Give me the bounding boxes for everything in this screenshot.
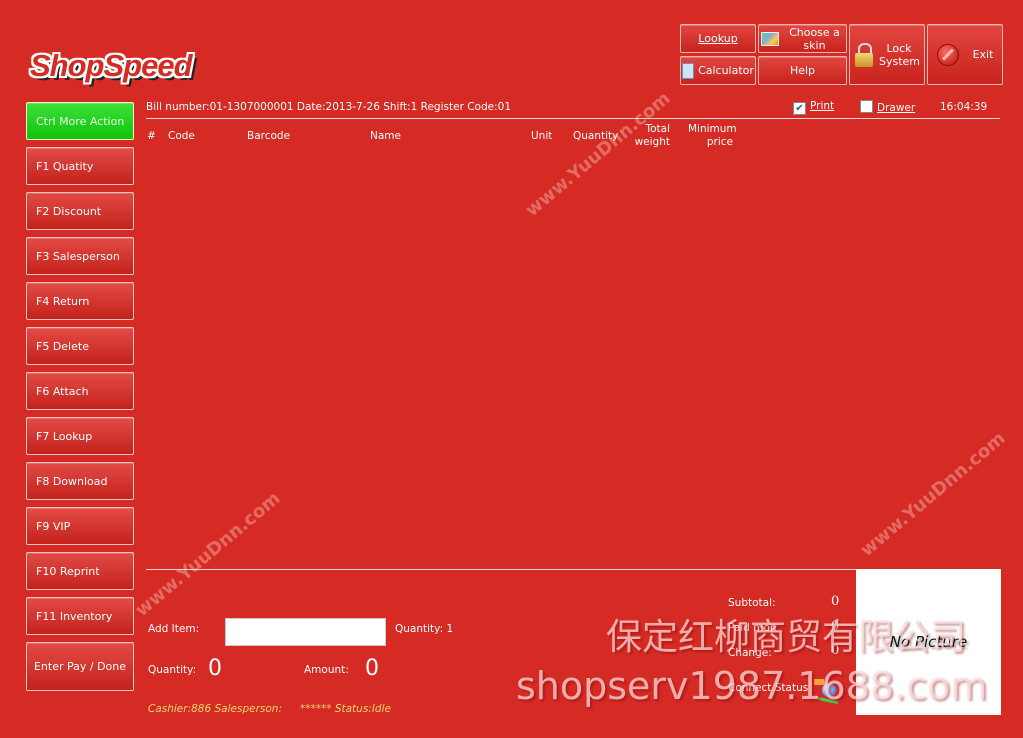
exit-button[interactable]: Exit bbox=[927, 24, 1003, 85]
watermark-url: shopserv1987.1688.com bbox=[516, 664, 988, 708]
calculator-icon bbox=[682, 62, 695, 79]
col-header-code: Code bbox=[168, 130, 195, 142]
drawer-check-box bbox=[860, 100, 873, 113]
sidebar-item-label: Enter Pay / Done bbox=[33, 660, 127, 673]
sidebar-item-label: F4 Return bbox=[36, 294, 90, 308]
choose-skin-button[interactable]: Choose a skin bbox=[758, 24, 847, 53]
sidebar-item-label: F10 Reprint bbox=[36, 564, 100, 578]
skin-palette-icon bbox=[760, 31, 779, 46]
bill-info: Bill number:01-1307000001 Date:2013-7-26… bbox=[146, 101, 511, 113]
lookup-label: Lookup bbox=[698, 32, 738, 45]
sidebar-item-f6-attach[interactable]: F6 Attach bbox=[26, 372, 134, 410]
sidebar-item-label: F6 Attach bbox=[36, 384, 89, 398]
col-header-unit: Unit bbox=[531, 130, 553, 142]
print-check-icon: ✔ bbox=[793, 102, 806, 115]
col-header-number: # bbox=[147, 130, 156, 142]
add-item-input[interactable] bbox=[225, 618, 386, 646]
lock-system-button[interactable]: Lock System bbox=[849, 24, 925, 85]
lock-system-label: Lock System bbox=[879, 41, 921, 68]
clock-time: 16:04:39 bbox=[940, 101, 988, 113]
sidebar-item-label: F11 Inventory bbox=[36, 609, 113, 623]
col-header-barcode: Barcode bbox=[247, 130, 291, 142]
print-label: Print bbox=[810, 100, 835, 112]
header-divider bbox=[146, 118, 1000, 119]
print-checkbox[interactable]: ✔ Print bbox=[793, 100, 834, 115]
exit-label: Exit bbox=[972, 48, 994, 61]
sidebar-item-f4-return[interactable]: F4 Return bbox=[26, 282, 134, 320]
add-item-label: Add Item: bbox=[148, 623, 200, 635]
drawer-checkbox[interactable]: Drawer bbox=[860, 100, 915, 115]
sidebar-item-f3-salesperson[interactable]: F3 Salesperson bbox=[26, 237, 134, 275]
sidebar-item-f2-discount[interactable]: F2 Discount bbox=[26, 192, 134, 230]
cashier-info: Cashier:886 Salesperson: bbox=[148, 703, 282, 715]
sidebar-item-label: Ctrl More Action bbox=[36, 114, 125, 128]
watermark-company: 保定红柳商贸有限公司 bbox=[606, 617, 967, 658]
calculator-button[interactable]: Calculator bbox=[680, 56, 756, 85]
sidebar-item-label: F9 VIP bbox=[36, 519, 71, 533]
quantity-label: Quantity: bbox=[148, 664, 197, 676]
quantity-input-label: Quantity: 1 bbox=[395, 623, 454, 635]
amount-label: Amount: bbox=[304, 664, 349, 676]
enter-pay-done-button[interactable]: Enter Pay / Done bbox=[26, 642, 134, 691]
status-info: ****** Status:Idle bbox=[300, 703, 391, 715]
sidebar-item-f1-quantity[interactable]: F1 Quatity bbox=[26, 147, 134, 185]
sidebar-item-label: F1 Quatity bbox=[36, 159, 94, 173]
choose-skin-label: Choose a skin bbox=[789, 25, 840, 52]
amount-total: 0 bbox=[365, 656, 379, 681]
sidebar-item-label: F5 Delete bbox=[36, 339, 89, 353]
sidebar-item-label: F8 Download bbox=[36, 474, 108, 488]
shopspeed-logo: ShopSpeed bbox=[30, 48, 193, 83]
sidebar-item-label: F7 Lookup bbox=[36, 429, 93, 443]
sidebar-item-label: F2 Discount bbox=[36, 204, 102, 218]
help-label: Help bbox=[789, 64, 816, 77]
sidebar-item-f10-reprint[interactable]: F10 Reprint bbox=[26, 552, 134, 590]
help-button[interactable]: Help bbox=[758, 56, 847, 85]
lookup-button[interactable]: Lookup bbox=[680, 24, 756, 53]
sidebar-item-label: F3 Salesperson bbox=[36, 249, 120, 263]
col-header-minimum-price: Minimum price bbox=[688, 123, 737, 148]
padlock-icon bbox=[855, 42, 873, 67]
sidebar-item-f11-inventory[interactable]: F11 Inventory bbox=[26, 597, 134, 635]
exit-no-entry-icon bbox=[936, 43, 959, 66]
drawer-label: Drawer bbox=[877, 102, 916, 114]
sidebar-item-f9-vip[interactable]: F9 VIP bbox=[26, 507, 134, 545]
sidebar-item-ctrl-more-action[interactable]: Ctrl More Action bbox=[26, 102, 134, 140]
sidebar-item-f8-download[interactable]: F8 Download bbox=[26, 462, 134, 500]
sidebar-item-f5-delete[interactable]: F5 Delete bbox=[26, 327, 134, 365]
sidebar-item-f7-lookup[interactable]: F7 Lookup bbox=[26, 417, 134, 455]
bottom-divider bbox=[146, 569, 856, 570]
quantity-total: 0 bbox=[208, 656, 222, 681]
calculator-label: Calculator bbox=[698, 64, 754, 77]
subtotal-value: 0 bbox=[831, 594, 840, 609]
col-header-name: Name bbox=[370, 130, 401, 142]
